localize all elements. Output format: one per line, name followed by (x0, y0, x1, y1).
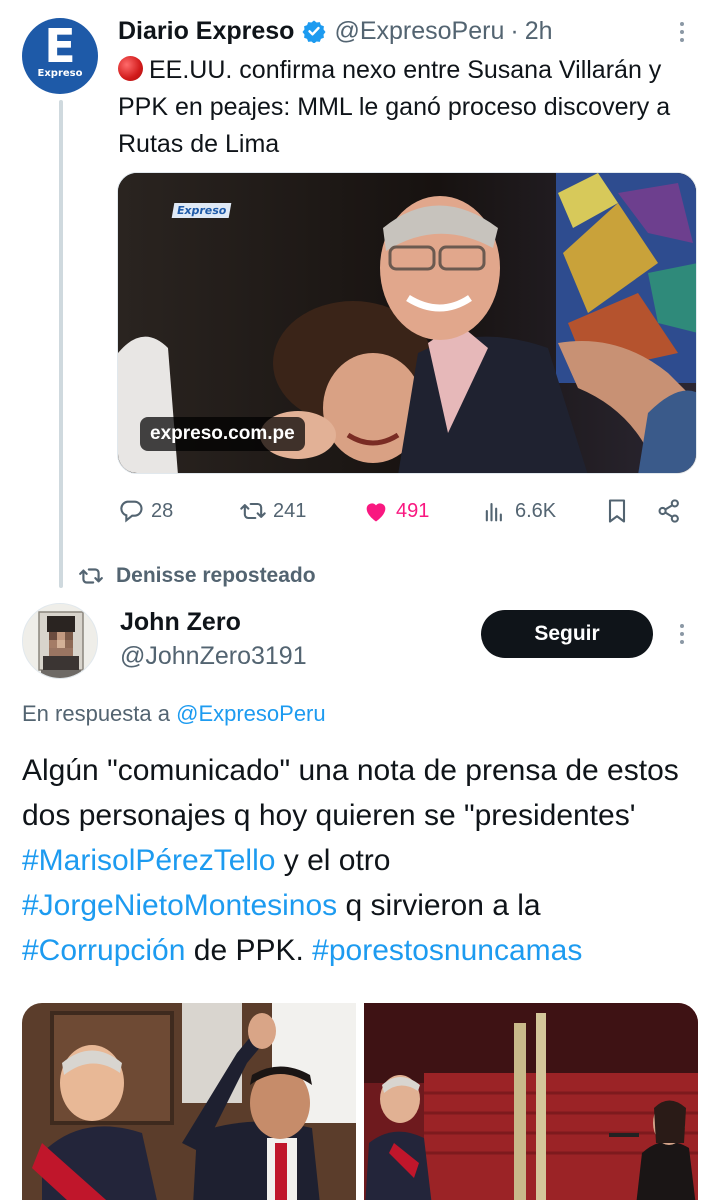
author-name[interactable]: John Zero (120, 608, 241, 637)
author-handle[interactable]: @ExpresoPeru (334, 17, 504, 46)
image-link-chip[interactable]: expreso.com.pe (140, 417, 305, 451)
hashtag-link[interactable]: #Corrupción (22, 934, 185, 967)
reply-bubble-icon (120, 500, 143, 523)
tweet-text: EE.UU. confirma nexo entre Susana Villar… (118, 52, 698, 163)
more-dots-icon[interactable] (670, 619, 694, 649)
image-watermark: Expreso (171, 203, 232, 218)
hashtag-link[interactable]: #MarisolPérezTello (22, 844, 275, 877)
tweet-time[interactable]: 2h (525, 17, 553, 46)
repost-banner[interactable]: Denisse reposteado (78, 562, 316, 590)
reply-text-segment: y el otro (275, 844, 391, 877)
avatar-pixelated-photo (23, 604, 97, 678)
hashtag-link[interactable]: #porestosnuncamas (312, 934, 582, 967)
tweet-media-image[interactable]: Expreso expreso.com.pe (117, 172, 697, 474)
tweet-text-content: EE.UU. confirma nexo entre Susana Villar… (118, 56, 671, 158)
view-count: 6.6K (515, 499, 557, 522)
reply-media-image-2[interactable] (364, 1003, 698, 1200)
repost-count: 241 (273, 499, 307, 522)
congress-photo-illustration (364, 1003, 698, 1200)
views-button[interactable]: 6.6K (481, 494, 556, 528)
avatar-logo-letter: E (44, 19, 76, 73)
tweet-header: Diario Expreso @ExpresoPeru · 2h (118, 14, 553, 48)
tweet-action-bar: 28 241 491 6.6K (117, 494, 687, 528)
reply-text-segment: de PPK. (185, 934, 313, 967)
reply-media-image-1[interactable] (22, 1003, 356, 1200)
reply-count: 28 (151, 499, 174, 522)
hashtag-link[interactable]: #JorgeNietoMontesinos (22, 889, 337, 922)
verified-badge-icon (302, 19, 326, 44)
repost-arrows-icon (240, 502, 266, 520)
bookmark-icon (608, 499, 626, 523)
reply-text-segment: q sirvieron a la (337, 889, 541, 922)
follow-button[interactable]: Seguir (481, 610, 653, 658)
reply-button[interactable]: 28 (117, 494, 173, 528)
like-button[interactable]: 491 (362, 494, 429, 528)
avatar-logo-word: Expreso (37, 68, 83, 79)
reply-prefix: En respuesta a (22, 701, 170, 726)
repost-button[interactable]: 241 (239, 494, 306, 528)
author-name[interactable]: Diario Expreso (118, 17, 294, 46)
share-button[interactable] (655, 494, 683, 528)
like-count: 491 (396, 499, 430, 522)
heart-icon (366, 503, 386, 522)
reply-context: En respuesta a @ExpresoPeru (22, 701, 326, 727)
thread-connector-line (59, 100, 63, 588)
bookmark-button[interactable] (603, 494, 631, 528)
author-avatar-john[interactable] (22, 603, 98, 679)
repost-banner-text: Denisse reposteado (116, 564, 316, 587)
reply-tweet-text: Algún "comunicado" una nota de prensa de… (22, 748, 702, 973)
bar-chart-icon (485, 502, 502, 522)
repost-arrows-icon (79, 568, 103, 584)
reply-text-segment: Algún "comunicado" una nota de prensa de… (22, 754, 679, 832)
author-handle[interactable]: @JohnZero3191 (120, 642, 307, 671)
author-avatar-expreso[interactable]: E Expreso (22, 18, 98, 94)
ceremony-photo-illustration (22, 1003, 356, 1200)
reply-to-handle-link[interactable]: @ExpresoPeru (176, 701, 326, 726)
share-icon (658, 499, 679, 523)
more-dots-icon[interactable] (670, 17, 694, 47)
header-separator: · (510, 16, 519, 45)
red-circle-emoji-icon (118, 56, 143, 81)
